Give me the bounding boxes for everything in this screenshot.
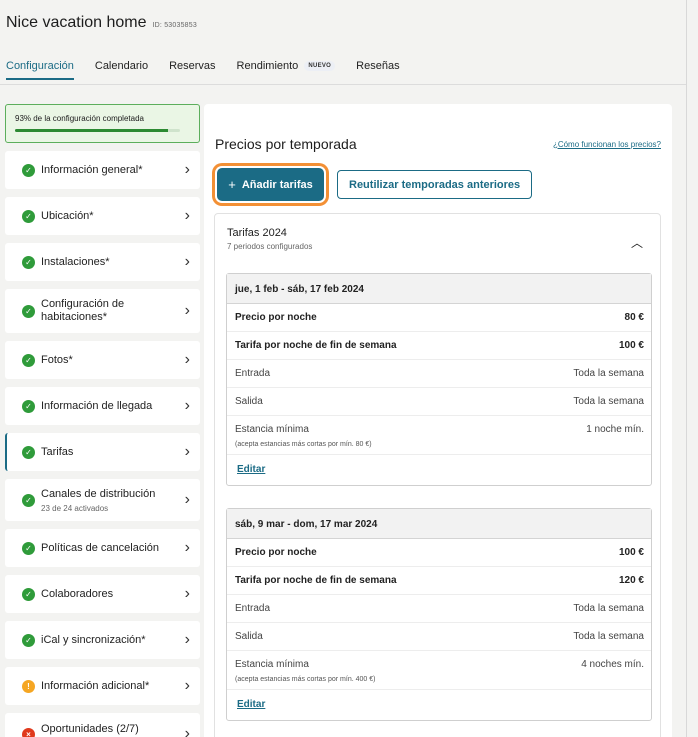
period-card: sáb, 9 mar - dom, 17 mar 2024 Precio por… — [226, 508, 652, 721]
add-rates-button[interactable]: + Añadir tarifas — [217, 168, 324, 201]
weekend-price-row: Tarifa por noche de fin de semana 120 € — [227, 567, 651, 595]
check-circle-icon: ✓ — [22, 587, 35, 601]
sidebar-item-instalaciones[interactable]: ✓ Instalaciones* › — [5, 243, 200, 281]
check-circle-icon: ✓ — [22, 633, 35, 647]
weekend-price-row: Tarifa por noche de fin de semana 100 € — [227, 332, 651, 360]
min-stay-value: 4 noches mín. — [581, 659, 644, 670]
sidebar-item-configuracion-habitaciones[interactable]: ✓ Configuración de habitaciones* › — [5, 289, 200, 333]
setup-progress-card: 93% de la configuración completada — [5, 104, 200, 143]
channels-count: 23 de 24 activados — [41, 503, 109, 513]
min-stay-note: (acepta estancias más cortas por mín. 80… — [235, 441, 372, 448]
setup-progress-label: 93% de la configuración completada — [15, 114, 144, 123]
price-row: Precio por noche 80 € — [227, 304, 651, 332]
checkout-row: Salida Toda la semana — [227, 623, 651, 651]
check-circle-icon: ✓ — [22, 541, 35, 555]
scrollbar-edge — [686, 0, 687, 737]
period-date-range: sáb, 9 mar - dom, 17 mar 2024 — [227, 509, 651, 539]
min-stay-row: Estancia mínima 1 noche mín. (acepta esta… — [227, 416, 651, 455]
pricing-help-link[interactable]: ¿Cómo funcionan los precios? — [553, 140, 661, 149]
plus-icon: + — [228, 177, 236, 192]
tab-calendario[interactable]: Calendario — [95, 60, 148, 80]
reuse-seasons-button[interactable]: Reutilizar temporadas anteriores — [337, 170, 533, 199]
setup-sidebar: 93% de la configuración completada ✓ Inf… — [5, 104, 200, 737]
property-title: Nice vacation home — [6, 14, 147, 31]
chevron-right-icon: › — [184, 725, 190, 737]
year-title: Tarifas 2024 — [227, 227, 287, 239]
year-subtitle: 7 periodos configurados — [227, 242, 313, 251]
chevron-right-icon: › — [184, 351, 190, 368]
chevron-right-icon: › — [184, 161, 190, 178]
chevron-up-icon[interactable]: ︿ — [631, 234, 643, 251]
check-circle-icon: ✓ — [22, 399, 35, 413]
period-card: jue, 1 feb - sáb, 17 feb 2024 Precio por… — [226, 273, 652, 486]
chevron-right-icon: › — [184, 539, 190, 556]
check-circle-icon: ✓ — [22, 445, 35, 459]
sidebar-item-ubicacion[interactable]: ✓ Ubicación* › — [5, 197, 200, 235]
sidebar-item-ical-sincronizacion[interactable]: ✓ iCal y sincronización* › — [5, 621, 200, 659]
section-title: Precios por temporada — [215, 136, 357, 152]
check-circle-icon: ✓ — [22, 163, 35, 177]
check-circle-icon: ✓ — [22, 255, 35, 269]
sidebar-item-tarifas[interactable]: ✓ Tarifas › — [5, 433, 200, 471]
edit-period-link[interactable]: Editar — [227, 455, 265, 485]
chevron-right-icon: › — [184, 631, 190, 648]
tab-configuracion[interactable]: Configuración — [6, 60, 74, 80]
weekend-price-value: 100 € — [618, 340, 644, 351]
warning-circle-icon: ! — [22, 679, 35, 693]
price-value: 100 € — [618, 547, 644, 558]
check-circle-icon: ✓ — [22, 353, 35, 367]
tab-bar: Configuración Calendario Reservas Rendim… — [6, 60, 400, 80]
sidebar-item-oportunidades[interactable]: × Oportunidades (2/7) › — [5, 713, 200, 737]
checkin-row: Entrada Toda la semana — [227, 595, 651, 623]
sidebar-item-politicas-cancelacion[interactable]: ✓ Políticas de cancelación › — [5, 529, 200, 567]
check-circle-icon: ✓ — [22, 304, 35, 318]
sidebar-item-fotos[interactable]: ✓ Fotos* › — [5, 341, 200, 379]
chevron-right-icon: › — [184, 253, 190, 270]
sidebar-item-informacion-general[interactable]: ✓ Información general* › — [5, 151, 200, 189]
sidebar-item-informacion-adicional[interactable]: ! Información adicional* › — [5, 667, 200, 705]
pricing-panel: Precios por temporada ¿Cómo funcionan lo… — [204, 104, 672, 737]
setup-progress-bar — [15, 129, 180, 132]
check-circle-icon: ✓ — [22, 209, 35, 223]
sidebar-item-colaboradores[interactable]: ✓ Colaboradores › — [5, 575, 200, 613]
sidebar-item-informacion-llegada[interactable]: ✓ Información de llegada › — [5, 387, 200, 425]
chevron-right-icon: › — [184, 397, 190, 414]
tabs-divider — [0, 84, 686, 85]
check-circle-icon: ✓ — [22, 493, 35, 507]
tab-reservas[interactable]: Reservas — [169, 60, 215, 80]
edit-period-link[interactable]: Editar — [227, 690, 265, 720]
new-badge: NUEVO — [304, 61, 336, 71]
checkout-row: Salida Toda la semana — [227, 388, 651, 416]
property-id: ID: 53035853 — [152, 22, 197, 29]
setup-progress-fill — [15, 129, 169, 132]
min-stay-row: Estancia mínima 4 noches mín. (acepta est… — [227, 651, 651, 690]
min-stay-value: 1 noche mín. — [586, 424, 644, 435]
error-circle-icon: × — [22, 727, 35, 737]
chevron-right-icon: › — [184, 491, 190, 508]
period-date-range: jue, 1 feb - sáb, 17 feb 2024 — [227, 274, 651, 304]
price-row: Precio por noche 100 € — [227, 539, 651, 567]
chevron-right-icon: › — [184, 443, 190, 460]
price-value: 80 € — [624, 312, 644, 323]
tab-rendimiento[interactable]: Rendimiento NUEVO — [237, 60, 336, 80]
min-stay-note: (acepta estancias más cortas por mín. 40… — [235, 676, 376, 683]
chevron-right-icon: › — [184, 207, 190, 224]
sidebar-item-canales-distribucion[interactable]: ✓ Canales de distribución 23 de 24 activ… — [5, 479, 200, 521]
chevron-right-icon: › — [184, 585, 190, 602]
rates-year-card: Tarifas 2024 7 periodos configurados ︿ j… — [214, 213, 661, 737]
weekend-price-value: 120 € — [618, 575, 644, 586]
chevron-right-icon: › — [184, 677, 190, 694]
page-header: Nice vacation home ID: 53035853 — [6, 14, 197, 32]
tab-resenas[interactable]: Reseñas — [356, 60, 399, 80]
checkin-row: Entrada Toda la semana — [227, 360, 651, 388]
chevron-right-icon: › — [184, 302, 190, 319]
